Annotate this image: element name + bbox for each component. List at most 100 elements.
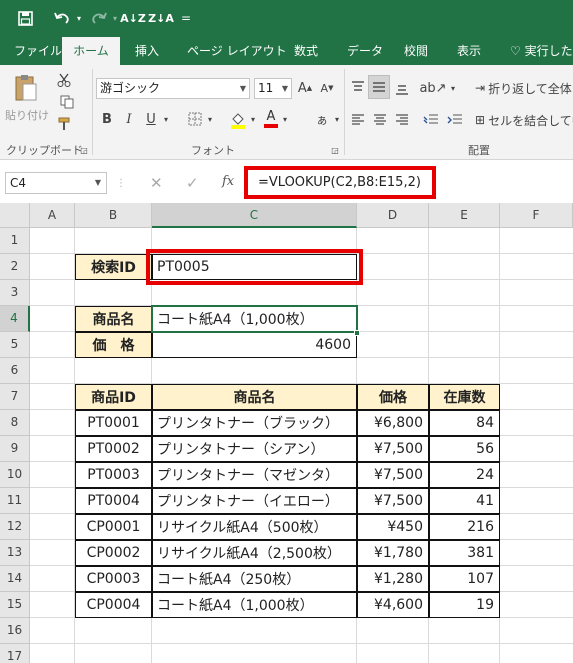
table-cell-price[interactable]: ¥1,780 <box>357 540 429 566</box>
table-cell-stock[interactable]: 41 <box>429 488 500 514</box>
table-cell-id[interactable]: PT0003 <box>75 462 152 488</box>
increase-indent-icon[interactable] <box>444 109 466 131</box>
table-header-name[interactable]: 商品名 <box>152 384 357 410</box>
row-header-9[interactable]: 9 <box>0 436 30 462</box>
table-cell-id[interactable]: PT0001 <box>75 410 152 436</box>
font-color-icon[interactable]: A <box>262 107 280 131</box>
tab-page-layout[interactable]: ページ レイアウト <box>187 37 287 65</box>
row-header-13[interactable]: 13 <box>0 540 30 566</box>
table-cell-name[interactable]: プリンタトナー（マゼンタ） <box>152 462 357 488</box>
table-cell-price[interactable]: ¥6,800 <box>357 410 429 436</box>
cut-icon[interactable] <box>55 71 73 89</box>
table-cell-name[interactable]: コート紙A4（250枚） <box>152 566 357 592</box>
tab-formulas[interactable]: 数式 <box>294 37 318 65</box>
font-name-combo[interactable]: 游ゴシック ▼ <box>96 78 250 99</box>
align-bottom-icon[interactable] <box>392 77 412 99</box>
price-result[interactable]: 4600 <box>152 332 357 358</box>
table-cell-name[interactable]: プリンタトナー（シアン） <box>152 436 357 462</box>
table-cell-stock[interactable]: 107 <box>429 566 500 592</box>
borders-icon[interactable] <box>185 109 205 129</box>
undo-icon[interactable] <box>50 7 74 29</box>
font-size-combo[interactable]: 11 ▼ <box>254 78 292 99</box>
column-header-f[interactable]: F <box>500 203 573 228</box>
redo-icon[interactable] <box>88 7 110 29</box>
tab-review[interactable]: 校閲 <box>404 37 428 65</box>
sort-descending-icon[interactable]: Z↓A <box>148 7 174 29</box>
table-cell-price[interactable]: ¥450 <box>357 514 429 540</box>
tab-file[interactable]: ファイル <box>14 37 62 65</box>
fill-handle[interactable] <box>354 330 360 336</box>
row-header-14[interactable]: 14 <box>0 566 30 592</box>
row-header-15[interactable]: 15 <box>0 592 30 618</box>
formula-input[interactable]: =VLOOKUP(C2,B8:E15,2) <box>244 166 436 199</box>
decrease-font-size-icon[interactable]: A ▼ <box>318 78 336 98</box>
insert-function-icon[interactable]: fx <box>222 174 234 189</box>
tab-insert[interactable]: 挿入 <box>135 37 159 65</box>
table-cell-stock[interactable]: 19 <box>429 592 500 618</box>
row-header-17[interactable]: 17 <box>0 644 30 663</box>
copy-icon[interactable] <box>55 93 79 111</box>
bold-button[interactable]: B <box>98 109 116 129</box>
table-header-stock[interactable]: 在庫数 <box>429 384 500 410</box>
column-header-b[interactable]: B <box>75 203 152 228</box>
table-cell-id[interactable]: PT0004 <box>75 488 152 514</box>
table-header-id[interactable]: 商品ID <box>75 384 152 410</box>
row-header-10[interactable]: 10 <box>0 462 30 488</box>
table-cell-stock[interactable]: 56 <box>429 436 500 462</box>
row-header-2[interactable]: 2 <box>0 254 30 280</box>
increase-font-size-icon[interactable]: A ▲ <box>296 78 314 98</box>
align-center-icon[interactable] <box>370 109 390 131</box>
customize-toolbar-icon[interactable]: = <box>178 7 194 29</box>
table-cell-name[interactable]: プリンタトナー（イエロー） <box>152 488 357 514</box>
sort-ascending-icon[interactable]: A↓Z <box>120 7 146 29</box>
wrap-text-button[interactable]: ⇥ 折り返して全体を <box>475 77 573 99</box>
table-header-price[interactable]: 価格 <box>357 384 429 410</box>
align-middle-icon[interactable] <box>368 75 390 99</box>
align-right-icon[interactable] <box>392 109 412 131</box>
decrease-indent-icon[interactable] <box>420 109 442 131</box>
font-launcher-icon[interactable]: ◲ <box>330 145 340 155</box>
row-header-16[interactable]: 16 <box>0 618 30 644</box>
table-cell-stock[interactable]: 381 <box>429 540 500 566</box>
phonetic-guide-icon[interactable]: ぁ <box>312 109 332 129</box>
italic-button[interactable]: I <box>120 109 138 129</box>
tab-data[interactable]: データ <box>347 37 383 65</box>
column-header-e[interactable]: E <box>429 203 500 228</box>
table-cell-name[interactable]: リサイクル紙A4（500枚） <box>152 514 357 540</box>
table-cell-id[interactable]: CP0003 <box>75 566 152 592</box>
tab-tell-me[interactable]: ♡ 実行したい <box>510 37 573 65</box>
table-cell-price[interactable]: ¥7,500 <box>357 436 429 462</box>
row-header-5[interactable]: 5 <box>0 332 30 358</box>
merge-center-button[interactable]: ⊞ セルを結合して中 <box>475 109 573 131</box>
column-header-d[interactable]: D <box>357 203 429 228</box>
table-cell-id[interactable]: CP0002 <box>75 540 152 566</box>
row-header-12[interactable]: 12 <box>0 514 30 540</box>
redo-dropdown-icon[interactable]: ▾ <box>110 7 120 29</box>
fill-color-dropdown-icon[interactable]: ▾ <box>248 109 258 129</box>
row-header-6[interactable]: 6 <box>0 358 30 384</box>
save-icon[interactable] <box>14 7 36 29</box>
align-left-icon[interactable] <box>348 109 368 131</box>
table-cell-price[interactable]: ¥7,500 <box>357 488 429 514</box>
table-cell-stock[interactable]: 216 <box>429 514 500 540</box>
table-cell-name[interactable]: リサイクル紙A4（2,500枚） <box>152 540 357 566</box>
format-painter-icon[interactable] <box>55 115 73 133</box>
fill-color-icon[interactable] <box>228 109 248 131</box>
column-header-c[interactable]: C <box>152 203 357 228</box>
row-header-1[interactable]: 1 <box>0 228 30 254</box>
row-header-8[interactable]: 8 <box>0 410 30 436</box>
undo-dropdown-icon[interactable]: ▾ <box>74 7 84 29</box>
tab-home[interactable]: ホーム <box>62 37 120 65</box>
row-header-7[interactable]: 7 <box>0 384 30 410</box>
row-header-3[interactable]: 3 <box>0 280 30 306</box>
table-cell-price[interactable]: ¥1,280 <box>357 566 429 592</box>
phonetic-dropdown-icon[interactable]: ▾ <box>332 109 342 129</box>
paste-label[interactable]: 貼り付け <box>4 107 50 123</box>
orientation-dropdown-icon[interactable]: ▾ <box>448 77 458 99</box>
cancel-icon[interactable]: ✕ <box>150 174 163 192</box>
underline-button[interactable]: U <box>142 109 160 129</box>
table-cell-stock[interactable]: 24 <box>429 462 500 488</box>
font-color-dropdown-icon[interactable]: ▾ <box>280 109 290 129</box>
row-header-4[interactable]: 4 <box>0 306 30 332</box>
enter-icon[interactable]: ✓ <box>186 174 199 192</box>
